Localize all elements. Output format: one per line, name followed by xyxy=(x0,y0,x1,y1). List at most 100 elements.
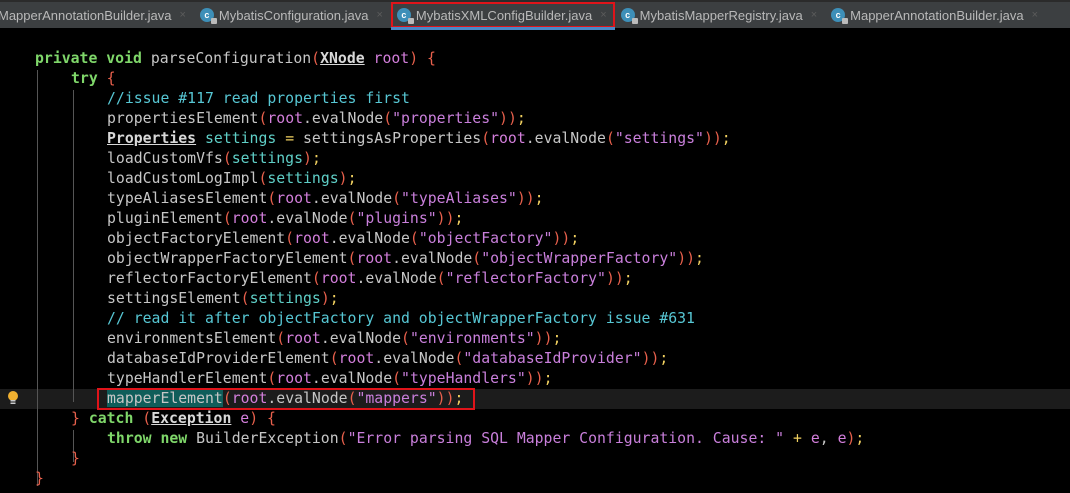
code-token: root xyxy=(267,110,304,127)
code-token: ( xyxy=(267,370,277,387)
code-token: ( xyxy=(285,230,295,247)
tab-label: MybatisMapperRegistry.java xyxy=(639,7,803,23)
close-tab-icon[interactable]: × xyxy=(376,9,382,21)
code-token: settingsAsProperties xyxy=(294,130,482,147)
code-token: { xyxy=(418,50,436,67)
code-line: } catch (Exception e) { xyxy=(71,409,276,429)
code-token: ( xyxy=(481,130,491,147)
code-token: ( xyxy=(409,230,419,247)
close-tab-icon[interactable]: × xyxy=(179,9,185,21)
code-token: databaseIdProviderElement xyxy=(107,350,330,367)
code-token: } xyxy=(71,410,80,427)
code-token: .evalNode xyxy=(392,250,473,267)
code-token: "typeAliases" xyxy=(401,190,517,207)
code-token: root xyxy=(231,210,268,227)
code-token: loadCustomVfs xyxy=(107,150,223,167)
close-tab-icon[interactable]: × xyxy=(1032,9,1038,21)
code-token: ( xyxy=(311,50,321,67)
code-line: pluginElement(root.evalNode("plugins")); xyxy=(107,209,463,229)
code-token: typeHandlerElement xyxy=(107,370,268,387)
code-token: )) xyxy=(703,130,722,147)
code-token: settings xyxy=(231,150,304,167)
code-token: ; xyxy=(570,230,580,247)
code-token: ; xyxy=(534,190,544,207)
code-token: )) xyxy=(436,210,455,227)
code-token: .evalNode xyxy=(525,130,606,147)
code-token: ; xyxy=(347,170,357,187)
java-class-icon: c xyxy=(620,8,638,24)
highlight-box-mapper-element xyxy=(97,388,475,410)
code-token: settings xyxy=(196,130,286,147)
code-token: root xyxy=(276,370,312,387)
code-token: "plugins" xyxy=(356,210,437,227)
code-token: .evalNode xyxy=(311,190,393,207)
code-token: .evalNode xyxy=(311,370,393,387)
code-token: settingsElement xyxy=(107,290,241,307)
code-line: } xyxy=(35,469,44,489)
code-token: root xyxy=(356,250,393,267)
tab-label: MybatisXMLConfigBuilder.java xyxy=(415,7,593,23)
code-token: ) xyxy=(320,290,330,307)
lightbulb-icon[interactable] xyxy=(7,391,19,405)
indent-guide xyxy=(37,70,38,486)
code-line: environmentsElement(root.evalNode("envir… xyxy=(107,329,561,349)
code-token: ( xyxy=(392,370,402,387)
code-line: try { xyxy=(71,69,116,89)
code-token: root xyxy=(285,330,321,347)
code-token: //issue #117 read properties first xyxy=(107,90,410,107)
code-token: parseConfiguration xyxy=(150,50,312,67)
code-token: ( xyxy=(472,250,482,267)
tab-mapperannotationbuilder[interactable]: MapperAnnotationBuilder.java × xyxy=(0,2,194,28)
code-line: loadCustomLogImpl(settings); xyxy=(107,169,357,189)
tab-mybatismapperregistry[interactable]: c MybatisMapperRegistry.java × xyxy=(615,2,825,28)
tab-mybatisconfiguration[interactable]: c MybatisConfiguration.java × xyxy=(194,2,391,28)
code-token: root xyxy=(294,230,330,247)
code-token: throw new xyxy=(107,430,197,447)
code-line: //issue #117 read properties first xyxy=(107,89,410,109)
code-token: pluginElement xyxy=(107,210,223,227)
code-token: ( xyxy=(338,430,348,447)
code-token: ( xyxy=(436,270,446,287)
code-token: "properties" xyxy=(392,110,500,127)
tab-label: MybatisConfiguration.java xyxy=(218,7,369,23)
tab-mybatisxmlconfigbuilder[interactable]: c MybatisXMLConfigBuilder.java × xyxy=(390,2,615,30)
code-line: objectWrapperFactoryElement (root.evalNod… xyxy=(107,249,704,269)
code-editor[interactable]: private void parseConfiguration(XNode ro… xyxy=(0,28,1070,493)
code-token: )) xyxy=(552,230,571,247)
code-line: // read it after objectFactory and objec… xyxy=(107,309,695,329)
code-token: ( xyxy=(392,190,402,207)
code-line: typeHandlerElement(root.evalNode("typeHa… xyxy=(107,369,553,389)
code-token: ; xyxy=(311,150,321,167)
code-token: , xyxy=(819,430,838,447)
code-line: objectFactoryElement(root.evalNode("obje… xyxy=(107,229,579,249)
code-token: ; xyxy=(855,430,865,447)
tab-label: MapperAnnotationBuilder.java xyxy=(850,7,1024,23)
tab-label: MapperAnnotationBuilder.java xyxy=(0,7,172,23)
code-token: loadCustomLogImpl xyxy=(107,170,259,187)
code-token: XNode xyxy=(320,50,365,67)
code-token: propertiesElement xyxy=(107,110,259,127)
code-token: environmentsElement xyxy=(107,330,277,347)
code-token: ; xyxy=(543,370,553,387)
code-token: .evalNode xyxy=(329,230,410,247)
close-tab-icon[interactable]: × xyxy=(600,9,606,21)
code-token: ; xyxy=(329,290,339,307)
code-token: ; xyxy=(552,330,562,347)
close-tab-icon[interactable]: × xyxy=(811,9,817,21)
code-token: "objectFactory" xyxy=(418,230,553,247)
code-token: objectFactoryElement xyxy=(107,230,286,247)
code-token: )) xyxy=(641,350,660,367)
code-token: ( xyxy=(240,290,250,307)
code-token: .evalNode xyxy=(356,270,437,287)
code-token: ; xyxy=(659,350,669,367)
code-token: ( xyxy=(605,130,615,147)
code-token: } xyxy=(35,470,44,487)
code-token: .evalNode xyxy=(303,110,384,127)
tab-mapperannotationbuilder[interactable]: c MapperAnnotationBuilder.java × xyxy=(825,2,1046,28)
code-line: reflectorFactoryElement(root.evalNode("r… xyxy=(107,269,633,289)
code-token: "objectWrapperFactory" xyxy=(481,250,678,267)
code-token: ; xyxy=(721,130,731,147)
code-token: } xyxy=(71,450,80,467)
code-token: = xyxy=(285,130,295,147)
code-token: )) xyxy=(677,250,696,267)
